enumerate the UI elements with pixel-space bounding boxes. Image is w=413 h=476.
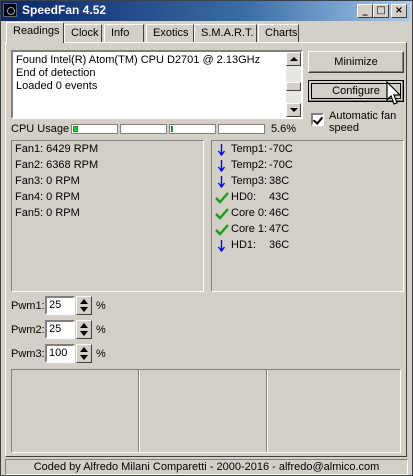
cpu-core-bar [169, 124, 216, 134]
speedfan-app-icon[interactable] [3, 3, 17, 17]
pwm1-label: Pwm1: [11, 300, 45, 312]
close-window-button[interactable]: × [391, 4, 407, 18]
temp-name: HD1: [231, 239, 257, 251]
temp-value: 46C [269, 207, 290, 219]
cpu-core-bar [218, 124, 265, 134]
pwm3-unit: % [96, 348, 106, 360]
temp-name: Temp3: [231, 175, 268, 187]
tab-readings[interactable]: Readings [6, 22, 64, 43]
automatic-fan-speed-label-line2: speed [329, 122, 359, 134]
pwm1-input[interactable]: 25 [45, 296, 75, 315]
pwm2-label: Pwm2: [11, 324, 45, 336]
event-log[interactable]: Found Intel(R) Atom(TM) CPU D2701 @ 2.13… [11, 50, 303, 119]
graph-divider [138, 370, 139, 452]
tab-clock[interactable]: Clock [64, 24, 102, 42]
pwm3-input[interactable]: 100 [45, 344, 75, 363]
temp-name: HD0: [231, 191, 257, 203]
cpu-usage-label: CPU Usage [11, 123, 70, 135]
temp-name: Core 0: [231, 207, 268, 219]
scroll-up-arrow-icon[interactable] [286, 52, 301, 66]
down-arrow-icon [218, 240, 225, 252]
temp-value: -70C [269, 143, 293, 155]
minimize-window-button[interactable]: _ [357, 4, 373, 18]
fan-reading: Fan3: 0 RPM [15, 175, 80, 187]
tab-smart[interactable]: S.M.A.R.T. [194, 24, 257, 42]
checkmark-icon [215, 208, 229, 220]
cpu-usage-value: 5.6% [271, 123, 297, 135]
down-arrow-icon [218, 176, 225, 188]
tab-charts[interactable]: Charts [258, 24, 299, 42]
automatic-fan-speed-label: Automatic fan [329, 110, 397, 122]
pwm2-spinner-arrows-icon[interactable] [76, 320, 92, 339]
cpu-bar-fill [171, 126, 173, 132]
temp-name: Core 1: [231, 223, 268, 235]
temp-value: -70C [269, 159, 293, 171]
tab-info[interactable]: Info [104, 24, 144, 42]
pwm2-input[interactable]: 25 [45, 320, 75, 339]
cpu-core-bar [120, 124, 167, 134]
readings-graph-area [11, 369, 401, 453]
fan-reading: Fan5: 0 RPM [15, 207, 80, 219]
down-arrow-icon [218, 160, 225, 172]
mouse-cursor-icon [386, 81, 402, 105]
log-scrollbar[interactable] [286, 52, 301, 117]
pwm1-spinner-arrows-icon[interactable] [76, 296, 92, 315]
cpu-core-bar [71, 124, 118, 134]
temp-value: 43C [269, 191, 290, 203]
temp-name: Temp2: [231, 159, 268, 171]
fan-reading: Fan1: 6429 RPM [15, 143, 99, 155]
checkmark-icon [215, 192, 229, 204]
automatic-fan-speed-checkbox[interactable] [311, 113, 324, 126]
status-bar: Coded by Alfredo Milani Comparetti - 200… [5, 459, 408, 475]
pwm3-spinner-arrows-icon[interactable] [76, 344, 92, 363]
graph-divider [266, 370, 267, 452]
down-arrow-icon [218, 144, 225, 156]
log-line: Found Intel(R) Atom(TM) CPU D2701 @ 2.13… [16, 54, 261, 66]
pwm2-unit: % [96, 324, 106, 336]
checkmark-icon [215, 224, 229, 236]
scroll-thumb[interactable] [286, 82, 301, 91]
minimize-button[interactable]: Minimize [308, 51, 404, 73]
temp-value: 47C [269, 223, 290, 235]
fan-reading: Fan2: 6368 RPM [15, 159, 99, 171]
fan-reading: Fan4: 0 RPM [15, 191, 80, 203]
log-line: End of detection [16, 67, 96, 79]
tab-exotics[interactable]: Exotics [146, 24, 194, 42]
maximize-window-button[interactable]: □ [373, 4, 389, 18]
pwm1-unit: % [96, 300, 106, 312]
temp-value: 36C [269, 239, 290, 251]
window-title: SpeedFan 4.52 [22, 3, 107, 17]
cpu-bar-fill [73, 126, 78, 132]
pwm3-label: Pwm3: [11, 348, 45, 360]
log-line: Loaded 0 events [16, 80, 98, 92]
scroll-down-arrow-icon[interactable] [286, 103, 301, 117]
temp-name: Temp1: [231, 143, 268, 155]
temp-value: 38C [269, 175, 290, 187]
